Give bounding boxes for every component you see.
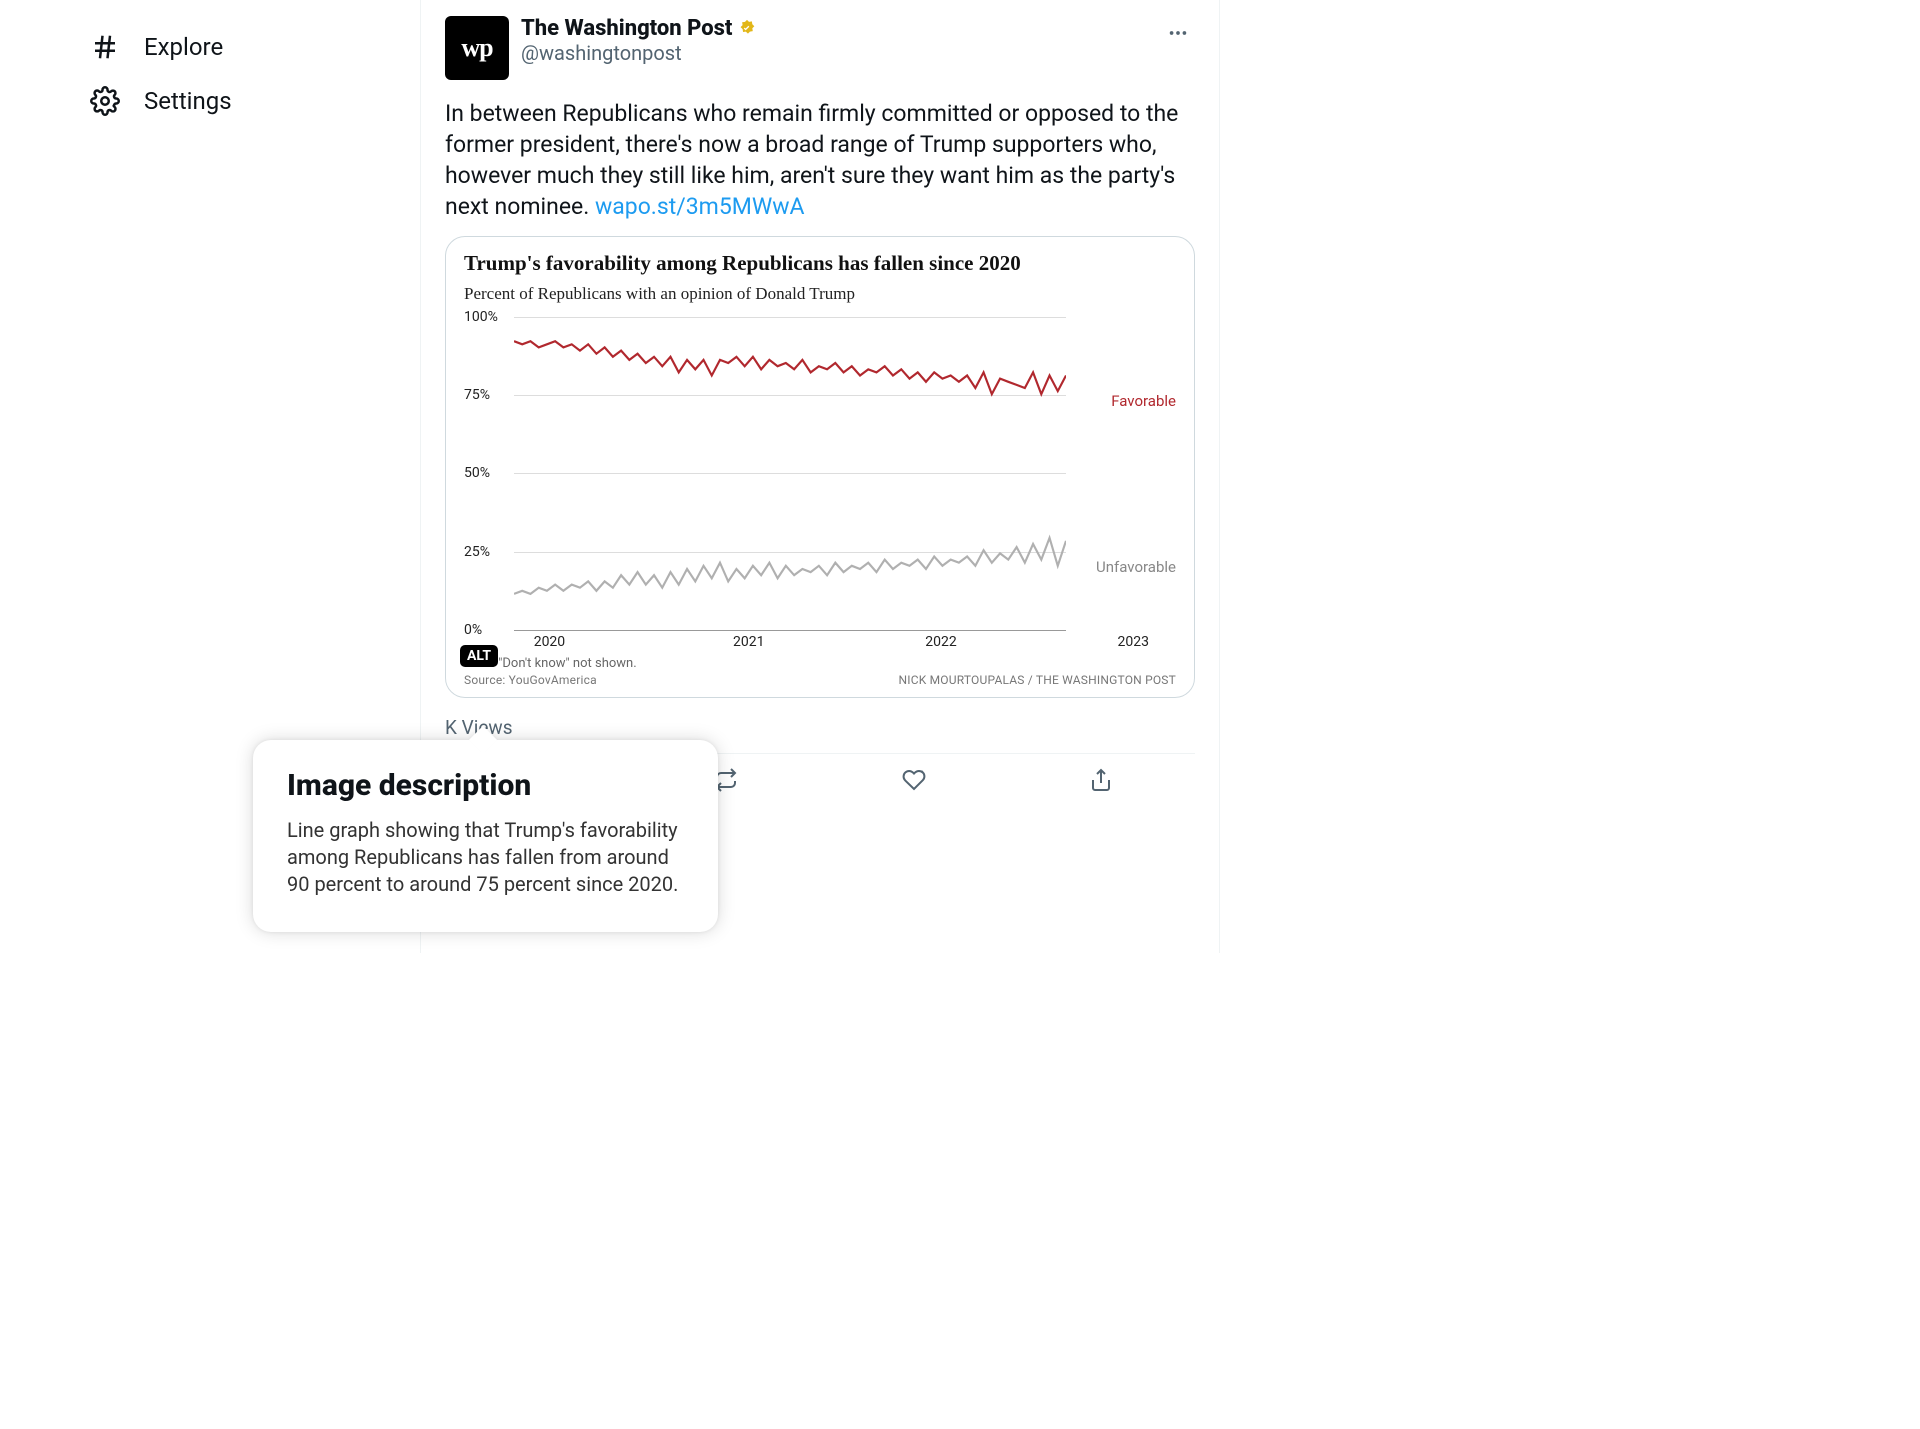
line-chart-svg <box>514 310 1066 622</box>
x-tick: 2020 <box>534 634 565 650</box>
x-tick: 2022 <box>925 634 956 650</box>
views: K Views <box>445 716 1195 739</box>
gear-icon <box>90 86 120 116</box>
chart-subtitle: Percent of Republicans with an opinion o… <box>464 284 1176 304</box>
nav-item-settings[interactable]: Settings <box>90 74 420 128</box>
series-label-favorable: Favorable <box>1111 392 1176 410</box>
alt-text-popover: Image description Line graph showing tha… <box>253 740 718 932</box>
like-button[interactable] <box>902 768 926 792</box>
y-tick: 50% <box>464 465 490 481</box>
nav-item-explore[interactable]: Explore <box>90 20 420 74</box>
tweet-body: In between Republicans who remain firmly… <box>445 100 1178 220</box>
y-tick: 100% <box>464 309 498 325</box>
avatar[interactable]: wp <box>445 16 509 80</box>
alt-popover-title: Image description <box>287 768 684 803</box>
y-tick: 75% <box>464 387 490 403</box>
alt-popover-body: Line graph showing that Trump's favorabi… <box>287 817 684 898</box>
chart-card[interactable]: Trump's favorability among Republicans h… <box>445 236 1195 698</box>
tweet-link[interactable]: wapo.st/3m5MWwA <box>595 193 805 220</box>
author-name[interactable]: The Washington Post <box>521 16 732 41</box>
verified-badge-icon <box>736 18 758 40</box>
nav-label: Settings <box>144 87 232 115</box>
chart-title: Trump's favorability among Republicans h… <box>464 251 1176 276</box>
chart-area: 100% 75% 50% 25% 0% Favorable Unfavor <box>464 310 1176 650</box>
x-tick: 2023 <box>1118 634 1149 650</box>
share-button[interactable] <box>1089 768 1113 792</box>
y-tick: 25% <box>464 544 490 560</box>
series-label-unfavorable: Unfavorable <box>1096 558 1176 576</box>
chart-credit: NICK MOURTOUPALAS / THE WASHINGTON POST <box>898 673 1176 687</box>
more-button[interactable] <box>1161 16 1195 50</box>
hash-icon <box>90 32 120 62</box>
y-tick: 0% <box>464 622 482 638</box>
chart-note: Note: "Don't know" not shown. <box>464 656 1176 671</box>
nav-label: Explore <box>144 33 223 61</box>
tweet-text: In between Republicans who remain firmly… <box>445 98 1195 222</box>
author-handle[interactable]: @washingtonpost <box>521 41 758 65</box>
chart-source: Source: YouGovAmerica <box>464 673 597 687</box>
x-tick: 2021 <box>733 634 764 650</box>
alt-badge[interactable]: ALT <box>460 645 498 667</box>
